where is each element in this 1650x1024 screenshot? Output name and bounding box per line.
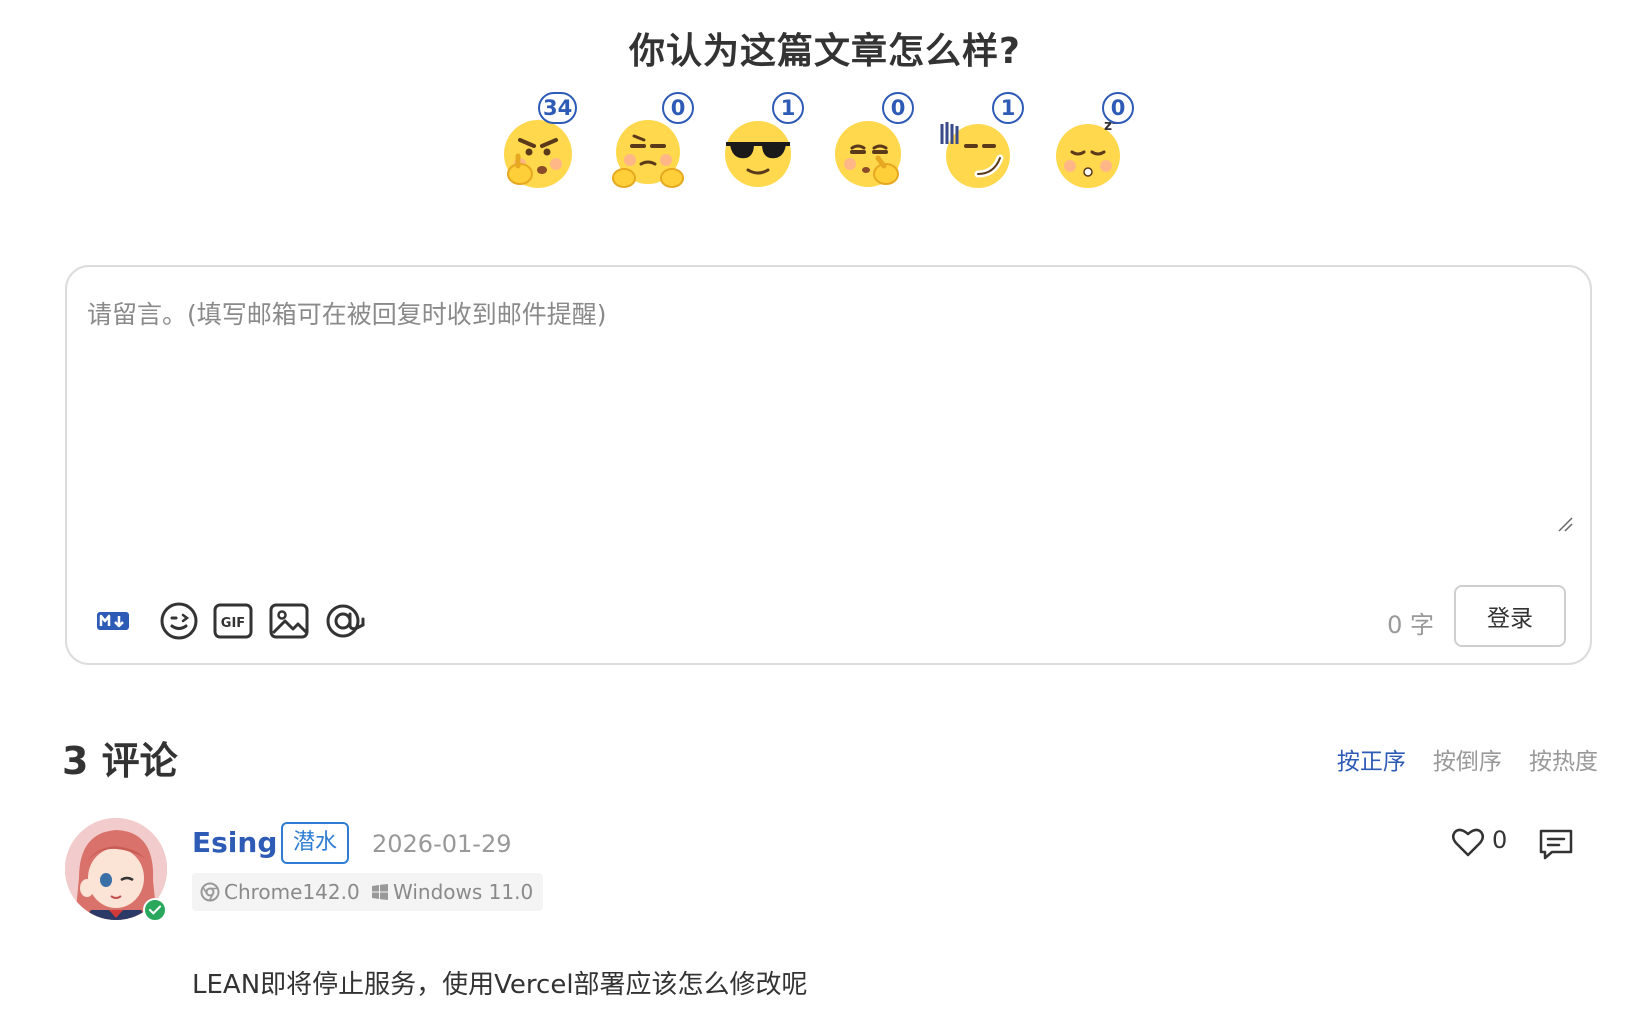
heart-icon[interactable] [1450, 824, 1486, 860]
like-count: 0 [1492, 826, 1508, 854]
reply-icon[interactable] [1536, 824, 1576, 864]
comment-date: 2026-01-29 [372, 830, 512, 858]
cool-sunglasses-emoji-icon [725, 121, 791, 187]
comment-text: LEAN即将停止服务，使用Vercel部署应该怎么修改呢 [192, 970, 808, 1000]
os-badge: Windows 11.0 [363, 873, 544, 911]
user-level-tag: 潜水 [281, 822, 350, 864]
reaction-item[interactable]: 34 [490, 92, 590, 202]
preview-icon[interactable] [323, 599, 367, 643]
reaction-item[interactable]: z z 0 [1040, 92, 1140, 202]
sort-asc-tab[interactable]: 按正序 [1337, 742, 1406, 776]
comment-count-heading: 3 评论 [62, 739, 178, 783]
gif-icon[interactable]: GIF [211, 599, 255, 643]
reaction-item[interactable]: 0 [600, 92, 700, 202]
sort-hot-tab[interactable]: 按热度 [1529, 742, 1598, 776]
word-count: 0 字 [1387, 611, 1434, 639]
browser-label: Chrome142.0 [224, 880, 360, 904]
chrome-icon [200, 882, 220, 902]
reaction-item[interactable]: 0 [820, 92, 920, 202]
angry-thinking-emoji-icon [504, 120, 572, 188]
shrug-emoji-icon [612, 120, 684, 188]
login-button[interactable]: 登录 [1454, 585, 1566, 647]
image-icon[interactable] [267, 599, 311, 643]
comment-textarea[interactable] [85, 293, 1529, 527]
resize-handle-icon[interactable] [1556, 515, 1574, 533]
reaction-count-badge: 1 [992, 92, 1024, 124]
reaction-bar: 34 0 1 0 1 z 0 [490, 92, 1190, 202]
svg-text:GIF: GIF [221, 616, 245, 631]
windows-icon [372, 884, 388, 900]
pondering-emoji-icon [835, 121, 901, 187]
awkward-smirk-emoji-icon [940, 122, 1010, 188]
reaction-count-badge: 0 [662, 92, 694, 124]
emoji-icon[interactable] [157, 599, 201, 643]
verified-check-icon [143, 898, 167, 922]
reaction-count-badge: 1 [772, 92, 804, 124]
reaction-count-badge: 0 [1102, 92, 1134, 124]
reaction-item[interactable]: 1 [710, 92, 810, 202]
reaction-count-badge: 34 [538, 92, 578, 124]
os-label: Windows 11.0 [393, 880, 534, 904]
reaction-count-badge: 0 [882, 92, 914, 124]
reaction-item[interactable]: 1 [930, 92, 1030, 202]
comment-author[interactable]: Esing [192, 826, 277, 859]
reaction-title: 你认为这篇文章怎么样? [629, 31, 1021, 72]
browser-badge: Chrome142.0 [192, 873, 370, 911]
sort-desc-tab[interactable]: 按倒序 [1433, 742, 1502, 776]
comment-editor: GIF 0 字 登录 [65, 265, 1592, 665]
sort-tabs: 按正序 按倒序 按热度 [1315, 742, 1598, 776]
sleepy-emoji-icon: z z [1056, 116, 1120, 188]
markdown-icon[interactable] [93, 599, 137, 643]
